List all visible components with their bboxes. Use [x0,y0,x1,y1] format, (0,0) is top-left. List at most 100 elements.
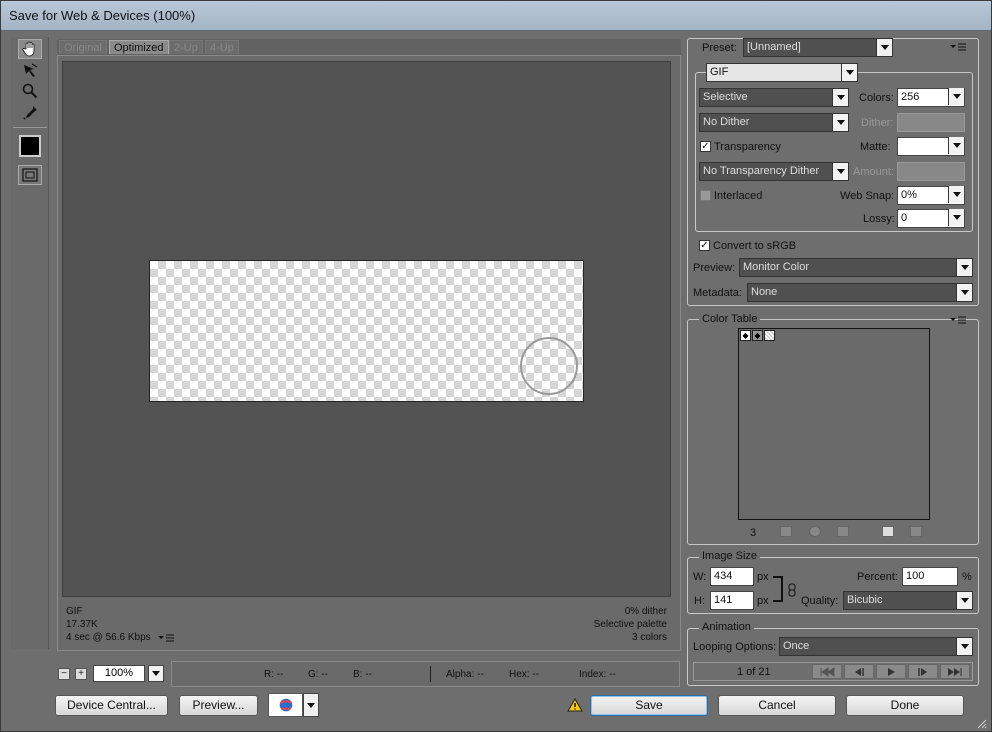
title-bar[interactable]: Save for Web & Devices (100%) [1,1,991,31]
quality-value: Bicubic [847,594,883,606]
resize-grip-icon[interactable] [975,717,987,729]
toggle-slices-icon[interactable] [18,165,42,185]
chevron-down-icon [832,163,848,180]
chain-link-icon[interactable] [788,583,796,597]
warning-icon [567,698,583,712]
color-swatch[interactable]: ◆ [740,330,751,341]
zoom-level-field[interactable]: 100% [93,665,145,682]
web-snap-field[interactable]: 0% [897,186,965,205]
metadata-value: None [751,286,778,298]
readout-index: Index: -- [579,669,616,680]
circle-shape [520,337,578,395]
info-size: 17.37K [66,619,98,630]
zoom-tool-icon[interactable] [18,81,42,101]
first-frame-icon[interactable] [812,664,842,679]
height-field[interactable]: 141 [710,591,754,610]
image-preview-transparent[interactable] [149,260,584,402]
matte-field[interactable] [897,137,965,156]
preview-value: Monitor Color [743,261,810,273]
tab-4-up[interactable]: 4-Up [205,40,239,54]
colors-label: Colors: [859,92,894,104]
color-swatch[interactable]: ◆ [752,330,763,341]
quality-dropdown[interactable]: Bicubic [843,591,973,610]
color-reduction-dropdown[interactable]: Selective [699,88,849,107]
preview-label: Preview: [693,262,736,274]
web-shift-icon[interactable] [809,526,821,537]
amount-field [897,162,965,181]
chevron-down-icon [876,39,892,56]
download-speed-menu-icon[interactable] [157,633,175,643]
tab-2-up[interactable]: 2-Up [169,40,203,54]
metadata-dropdown[interactable]: None [747,283,973,302]
tab-original[interactable]: Original [59,40,107,54]
dither-field [897,113,965,132]
zoom-in-button[interactable]: + [75,668,87,680]
preview-dropdown[interactable]: Monitor Color [739,258,973,277]
lossy-field[interactable]: 0 [897,209,965,228]
preview-button[interactable]: Preview... [179,695,258,716]
play-icon[interactable] [876,664,906,679]
info-format: GIF [66,606,83,617]
convert-srgb-label: Convert to sRGB [713,240,797,252]
cancel-button[interactable]: Cancel [718,695,836,716]
eyedropper-color-swatch-icon[interactable] [19,135,41,157]
chevron-down-icon [841,64,857,81]
toolbox-divider [13,127,47,128]
zoom-out-button[interactable]: − [58,668,70,680]
tab-optimized[interactable]: Optimized [109,40,169,54]
dither-algorithm-dropdown[interactable]: No Dither [699,113,849,132]
last-frame-icon[interactable] [940,664,970,679]
save-for-web-dialog: Save for Web & Devices (100%) Original O… [0,0,992,732]
colors-field[interactable]: 256 [897,88,965,107]
window-title: Save for Web & Devices (100%) [9,8,196,23]
transparent-swatch[interactable] [764,330,775,341]
info-dither: 0% dither [624,606,667,617]
transparency-dither-dropdown[interactable]: No Transparency Dither [699,162,849,181]
preset-dropdown[interactable]: [Unnamed] [743,38,893,57]
chevron-down-icon [832,114,848,131]
done-button[interactable]: Done [846,695,964,716]
optimize-menu-icon[interactable] [949,42,967,52]
width-label: W: [693,571,707,583]
transparency-checkbox[interactable]: ✓ [700,141,711,152]
color-readout-bar: R: -- G: -- B: -- Alpha: -- Hex: -- Inde… [171,661,680,687]
browser-select-dropdown[interactable] [303,693,319,717]
browser-preview-button[interactable] [268,693,303,717]
eyedropper-tool-icon[interactable] [18,103,42,123]
slice-select-icon[interactable] [18,61,42,81]
next-frame-icon[interactable] [908,664,938,679]
format-dropdown[interactable]: GIF [706,63,858,82]
trash-icon[interactable] [910,526,922,537]
color-reduction-value: Selective [703,91,748,103]
hand-tool-icon[interactable] [18,39,42,59]
color-count: 3 [750,527,757,539]
transparency-label: Transparency [714,141,781,153]
dither-algorithm-value: No Dither [703,116,750,128]
lossy-value: 0 [901,212,908,224]
new-color-icon[interactable] [882,526,894,537]
percent-label: Percent: [857,571,898,583]
looping-dropdown[interactable]: Once [779,637,973,656]
convert-srgb-checkbox[interactable]: ✓ [699,240,710,251]
chevron-down-icon [832,89,848,106]
dither-label: Dither: [861,117,894,129]
device-central-button[interactable]: Device Central... [55,695,168,716]
info-download-time: 4 sec @ 56.6 Kbps [66,632,151,643]
width-field[interactable]: 434 [710,567,754,586]
color-table-grid[interactable]: ◆ ◆ [738,328,930,520]
color-table-menu-icon[interactable] [949,315,967,325]
chevron-down-icon [948,209,964,226]
color-table-title: Color Table [699,313,761,325]
interlaced-label: Interlaced [714,190,763,202]
optimization-info: GIF 17.37K 4 sec @ 56.6 Kbps 0% dither S… [62,601,671,647]
map-color-icon[interactable] [780,526,792,537]
previous-frame-icon[interactable] [844,664,874,679]
lock-color-icon[interactable] [837,526,849,537]
metadata-label: Metadata: [693,287,742,299]
zoom-dropdown-button[interactable] [148,665,164,682]
save-button[interactable]: Save [590,695,708,716]
percent-field[interactable]: 100 [902,567,958,586]
constrain-bracket [773,576,783,602]
interlaced-checkbox[interactable] [700,190,711,201]
format-value: GIF [710,66,729,78]
